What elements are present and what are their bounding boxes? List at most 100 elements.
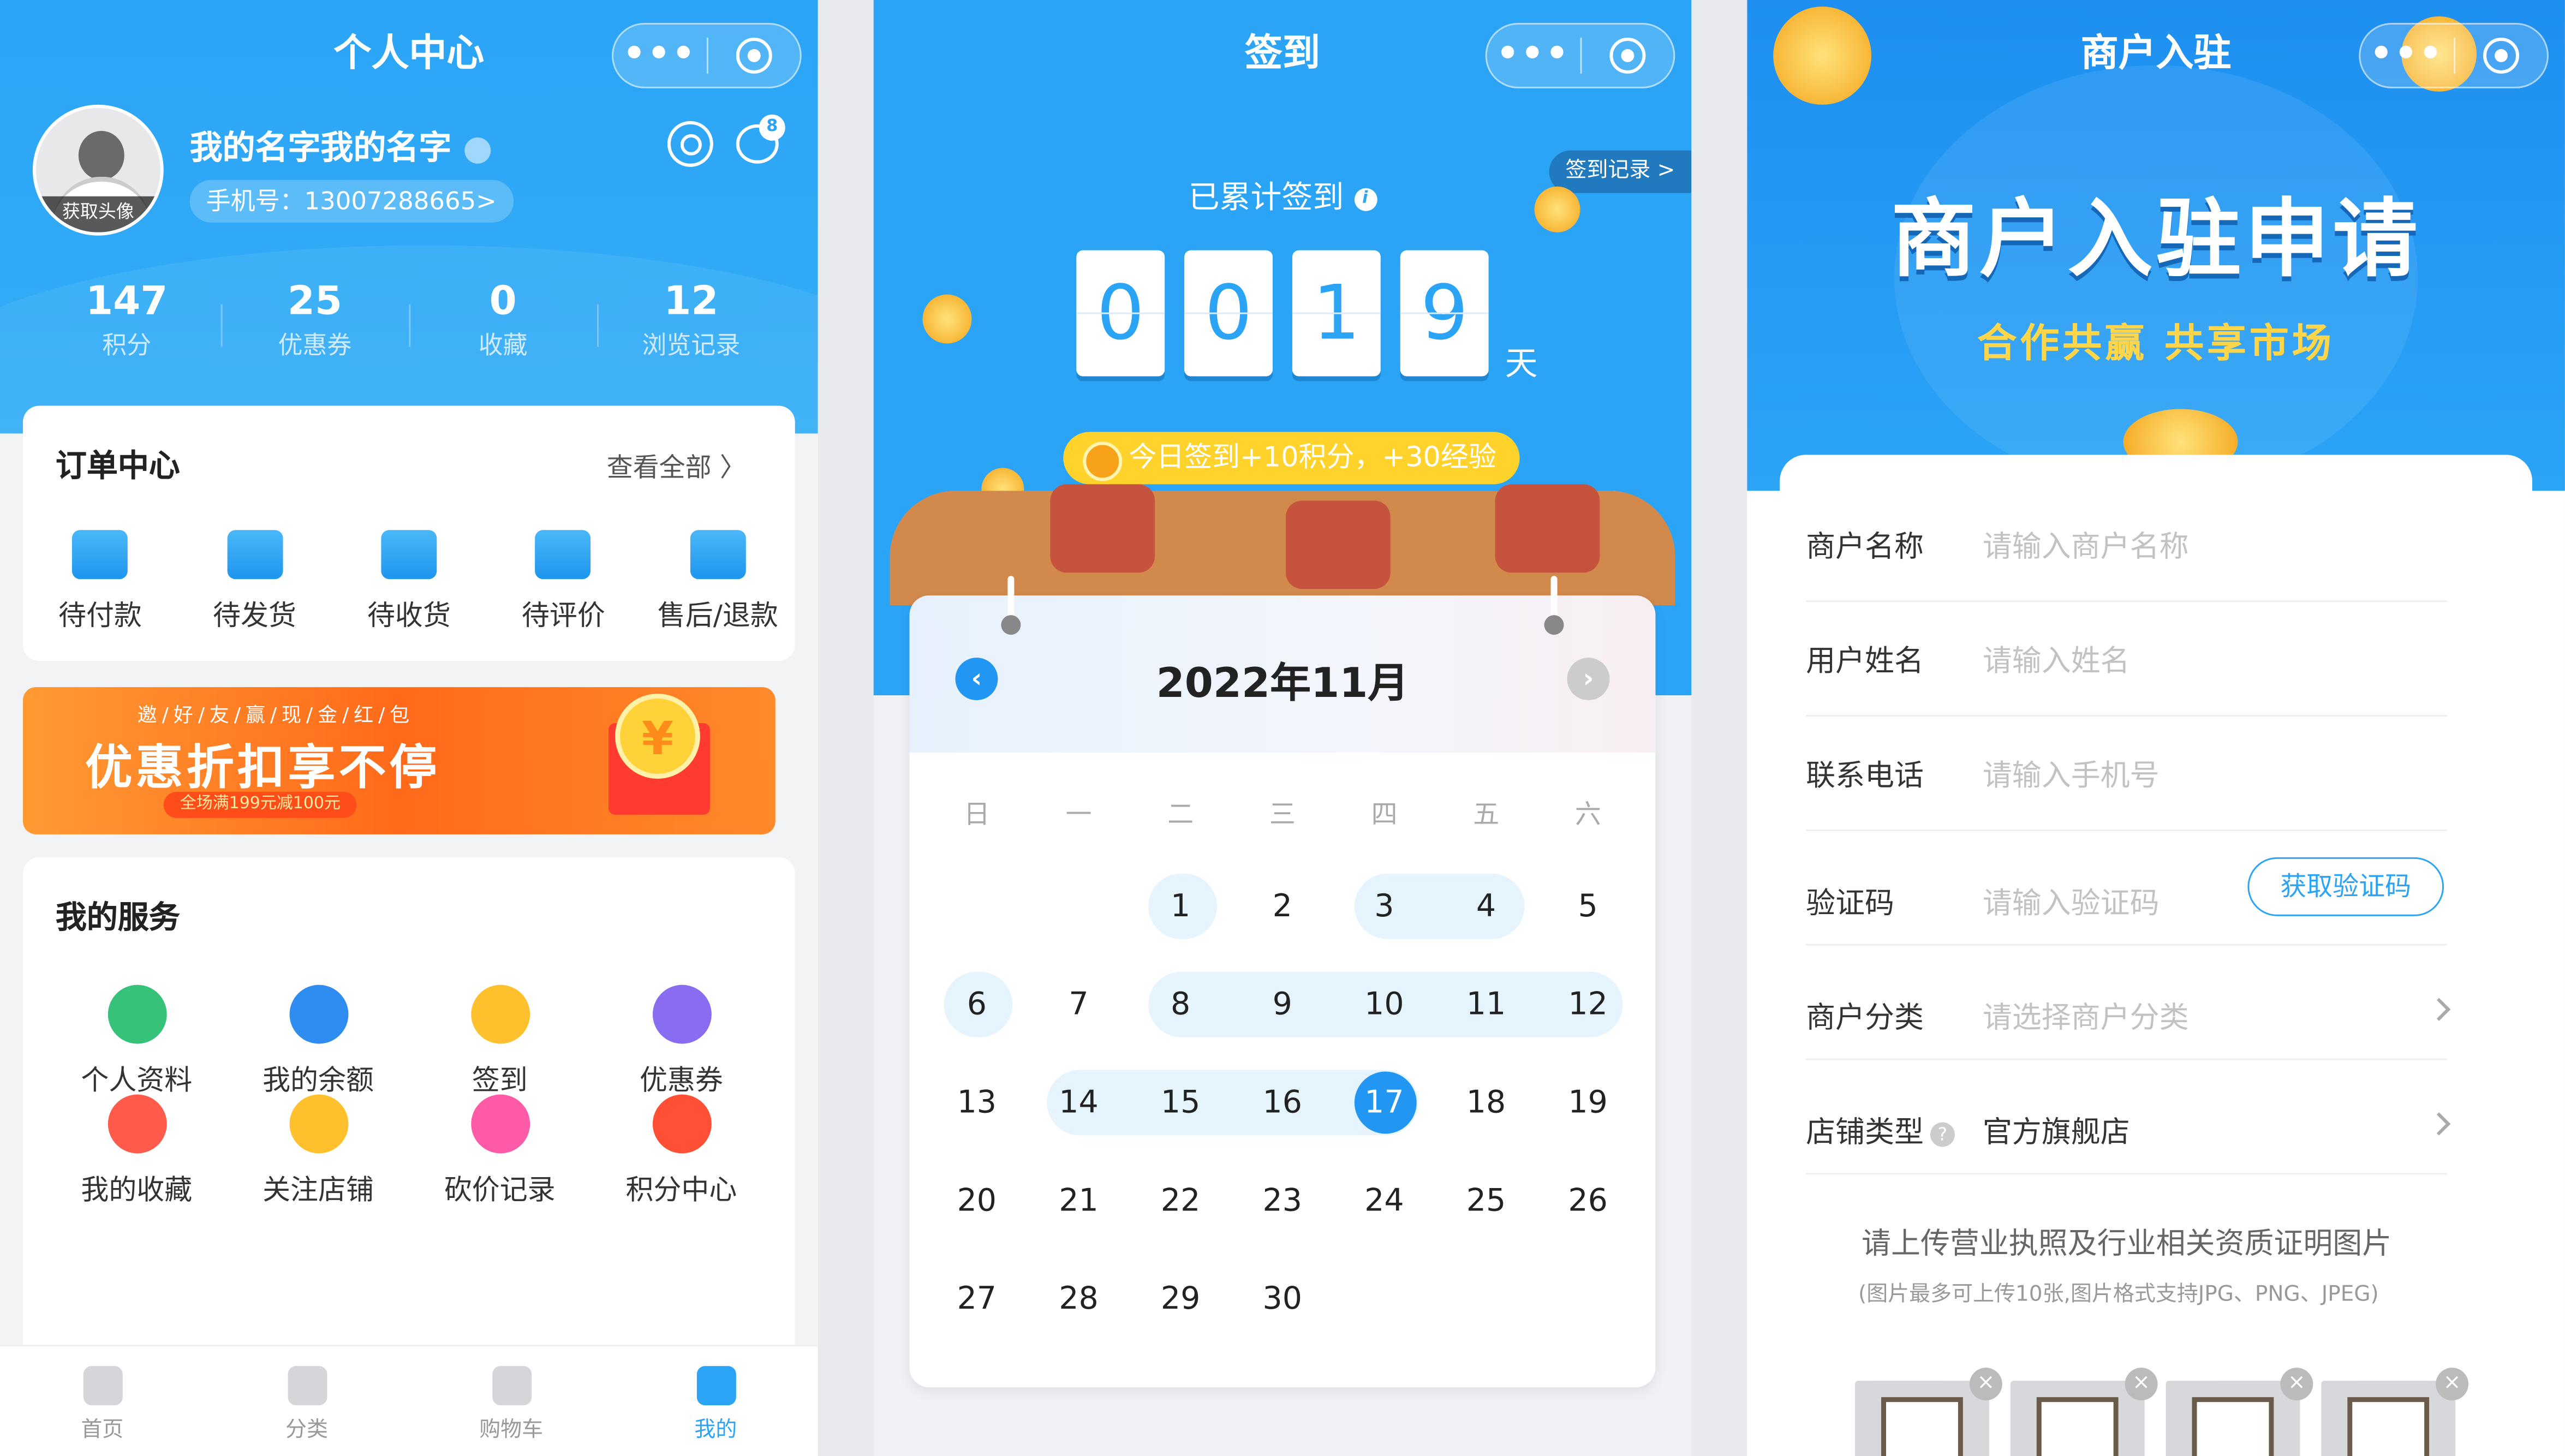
more-icon[interactable]: ••• — [613, 23, 706, 88]
close-miniprogram-icon[interactable] — [707, 37, 800, 74]
merchant-category-select[interactable]: 商户分类 请选择商户分类 — [1806, 946, 2451, 1060]
remove-image-icon[interactable]: × — [2280, 1368, 2313, 1401]
calendar-day[interactable]: 12 — [1537, 969, 1639, 1067]
stat-history[interactable]: 12 浏览记录 — [597, 275, 785, 362]
chevron-right-icon — [2427, 1112, 2451, 1136]
calendar-day — [1028, 870, 1130, 969]
more-icon[interactable]: ••• — [2360, 23, 2453, 88]
calendar-day[interactable]: 28 — [1028, 1263, 1130, 1361]
calendar-day[interactable]: 29 — [1130, 1263, 1232, 1361]
capsule-menu[interactable]: ••• — [612, 22, 802, 88]
order-center-title: 订单中心 — [55, 448, 180, 485]
message-badge: 8 — [759, 114, 785, 141]
phone-number[interactable]: 手机号：13007288665> — [189, 180, 513, 223]
avatar-label[interactable]: 获取头像 — [35, 196, 160, 232]
service-item[interactable]: 签到 — [409, 890, 590, 1098]
calendar-days: 1 2 3 4 5 6 7 8 9 10 11 12 13 14 15 16 17 18 19 20 21 22 23 24 2… — [926, 870, 1639, 1361]
service-item[interactable]: 个人资料 — [46, 890, 228, 1098]
calendar-day[interactable]: 1 — [1130, 870, 1232, 969]
calendar-day[interactable]: 6 — [926, 969, 1028, 1067]
view-all-link[interactable]: 查看全部 〉 — [607, 445, 746, 484]
remove-image-icon[interactable]: × — [2125, 1368, 2158, 1401]
calendar-day[interactable]: 20 — [926, 1165, 1028, 1263]
merchant-name-field[interactable]: 商户名称 请输入商户名称 — [1806, 487, 2448, 602]
license-thumbnail[interactable]: × — [2010, 1368, 2158, 1456]
settings-icon[interactable] — [667, 121, 713, 167]
next-month-button[interactable]: › — [1567, 658, 1610, 701]
service-label: 积分中心 — [625, 1174, 737, 1208]
calendar-day[interactable]: 2 — [1231, 870, 1333, 969]
calendar-day[interactable]: 19 — [1537, 1067, 1639, 1165]
calendar-day[interactable]: 7 — [1028, 969, 1130, 1067]
calendar-day[interactable]: 24 — [1333, 1165, 1435, 1263]
calendar-day[interactable]: 5 — [1537, 870, 1639, 969]
calendar-day[interactable]: 21 — [1028, 1165, 1130, 1263]
calendar-day[interactable]: 3 — [1333, 870, 1435, 969]
calendar-day[interactable]: 18 — [1435, 1067, 1537, 1165]
stat-coupons[interactable]: 25 优惠券 — [220, 275, 409, 362]
info-icon[interactable]: i — [1353, 187, 1377, 211]
order-pending-payment[interactable]: 待付款 — [23, 523, 177, 633]
calendar-month: 2022年11月 — [1156, 659, 1409, 707]
weekday-label: 四 — [1371, 798, 1398, 830]
license-thumbnail[interactable]: × — [2166, 1368, 2313, 1456]
tab-mine[interactable]: 我的 — [613, 1346, 818, 1456]
calendar-day[interactable]: 22 — [1130, 1165, 1232, 1263]
user-name-field[interactable]: 用户姓名 请输入姓名 — [1806, 602, 2448, 717]
phone-field[interactable]: 联系电话 请输入手机号 — [1806, 717, 2448, 831]
stat-points[interactable]: 147 积分 — [33, 275, 221, 362]
calendar-day[interactable]: 11 — [1435, 969, 1537, 1067]
remove-image-icon[interactable]: × — [1969, 1368, 2002, 1401]
store-type-select[interactable]: 店铺类型? 官方旗舰店 — [1806, 1060, 2451, 1175]
tab-home[interactable]: 首页 — [0, 1346, 205, 1456]
service-item[interactable]: 我的收藏 — [46, 1059, 228, 1227]
close-miniprogram-icon[interactable] — [1581, 37, 1673, 74]
service-icon — [470, 984, 529, 1044]
digit: 0 — [1076, 250, 1165, 377]
order-pending-receipt[interactable]: 待收货 — [332, 523, 486, 633]
capsule-menu[interactable]: ••• — [1485, 22, 1675, 88]
calendar-day[interactable]: 23 — [1231, 1165, 1333, 1263]
stat-favorites[interactable]: 0 收藏 — [409, 275, 597, 362]
calendar-day[interactable]: 30 — [1231, 1263, 1333, 1361]
calendar-day[interactable]: 16 — [1231, 1067, 1333, 1165]
order-pending-review[interactable]: 待评价 — [486, 523, 641, 633]
avatar[interactable]: 获取头像 — [32, 104, 164, 236]
calendar-day[interactable]: 15 — [1130, 1067, 1232, 1165]
license-thumbnail[interactable]: × — [2321, 1368, 2469, 1456]
calendar-day[interactable]: 10 — [1333, 969, 1435, 1067]
service-item[interactable]: 我的余额 — [228, 890, 409, 1098]
service-item[interactable]: 积分中心 — [590, 1059, 772, 1227]
calendar-day[interactable]: 25 — [1435, 1165, 1537, 1263]
license-thumbnail[interactable]: × — [1855, 1368, 2002, 1456]
prev-month-button[interactable]: ‹ — [955, 658, 998, 701]
calendar-day[interactable]: 4 — [1435, 870, 1537, 969]
weekday-row: 日一二三四五六 — [926, 792, 1639, 831]
service-item[interactable]: 关注店铺 — [228, 1059, 409, 1227]
calendar-day[interactable]: 9 — [1231, 969, 1333, 1067]
more-icon[interactable]: ••• — [1487, 23, 1579, 88]
verify-code-field[interactable]: 验证码 请输入验证码 获取验证码 — [1806, 831, 2448, 946]
calendar-day[interactable]: 14 — [1028, 1067, 1130, 1165]
calendar-day[interactable]: 27 — [926, 1263, 1028, 1361]
calendar-day[interactable]: 8 — [1130, 969, 1232, 1067]
coin-icon: ¥ — [615, 694, 700, 779]
tab-cart[interactable]: 购物车 — [409, 1346, 613, 1456]
remove-image-icon[interactable]: × — [2436, 1368, 2469, 1401]
calendar-card: 2022年11月 ‹ › 日一二三四五六 1 2 3 4 5 6 7 8 9 10 11 12 13 14… — [909, 595, 1656, 1388]
weekday-label: 一 — [1065, 798, 1092, 830]
order-refund[interactable]: 售后/退款 — [641, 523, 795, 633]
banner-title: 商户入驻申请 — [1890, 191, 2421, 290]
promo-banner[interactable]: 邀/好/友/赢/现/金/红/包 优惠折扣享不停 全场满199元减100元 ¥ — [22, 687, 776, 834]
get-code-button[interactable]: 获取验证码 — [2247, 857, 2444, 916]
service-item[interactable]: 优惠券 — [590, 890, 772, 1098]
capsule-menu[interactable]: ••• — [2359, 22, 2549, 88]
help-icon[interactable]: ? — [1930, 1121, 1955, 1146]
order-pending-shipment[interactable]: 待发货 — [177, 523, 332, 633]
tab-category[interactable]: 分类 — [205, 1346, 409, 1456]
calendar-day[interactable]: 26 — [1537, 1165, 1639, 1263]
service-item[interactable]: 砍价记录 — [409, 1059, 590, 1227]
close-miniprogram-icon[interactable] — [2455, 37, 2547, 74]
calendar-day[interactable]: 13 — [926, 1067, 1028, 1165]
calendar-day[interactable]: 17 — [1333, 1067, 1435, 1165]
